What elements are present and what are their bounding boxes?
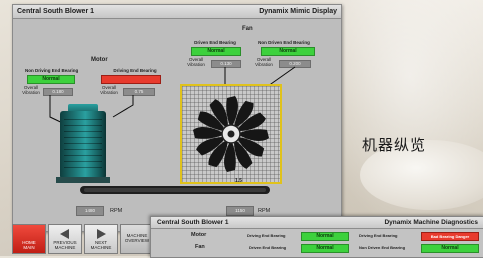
diag-motor-name: Motor	[191, 232, 207, 238]
diag-motor-c-status[interactable]: Bad Bearing Danger	[421, 232, 479, 241]
diag-motor-a-status[interactable]: Normal	[301, 232, 349, 241]
motor-rpm-value: 1480	[76, 206, 104, 216]
fan-blades-icon	[193, 96, 269, 172]
motor-rpm-unit: RPM	[110, 208, 123, 214]
motor-de-connector	[112, 95, 134, 118]
machine-overview-button[interactable]: MACHINE OVERVIEW	[120, 224, 154, 254]
diagnostics-window: Central South Blower 1 Dynamix Machine D…	[150, 216, 483, 258]
fan-rpm-value: 1150	[226, 206, 254, 216]
diag-fan-name: Fan	[195, 244, 205, 250]
shaft-label: 1.5	[235, 178, 242, 184]
fan-rpm-unit: RPM	[258, 208, 271, 214]
caption: 机器纵览	[362, 136, 427, 154]
diag-fan-a-status[interactable]: Normal	[301, 244, 349, 253]
home-button[interactable]: HOME MAIN	[12, 224, 46, 254]
diagnostics-title: Central South Blower 1	[157, 219, 229, 226]
diagnostics-subtitle: Dynamix Machine Diagnostics	[384, 219, 478, 226]
next-machine-button[interactable]: NEXT MACHINE	[84, 224, 118, 254]
diag-fan-b-status[interactable]: Normal	[421, 244, 479, 253]
diag-motor-b-label: Driving End Bearing	[359, 233, 398, 238]
previous-machine-button[interactable]: PREVIOUS MACHINE	[48, 224, 82, 254]
fan-graphic[interactable]	[180, 84, 282, 184]
drive-belt-inner	[84, 188, 266, 192]
diag-fan-b-label: Non Driven End Bearing	[359, 245, 406, 250]
diagnostics-titlebar: Central South Blower 1 Dynamix Machine D…	[151, 217, 483, 229]
motor-base	[56, 177, 110, 183]
motor-graphic[interactable]	[60, 111, 106, 179]
diag-motor-a-label: Driving End Bearing	[247, 233, 286, 238]
diag-fan-a-label: Driven End Bearing	[249, 245, 287, 250]
left-arrow-icon	[60, 229, 69, 239]
right-arrow-icon	[97, 229, 106, 239]
